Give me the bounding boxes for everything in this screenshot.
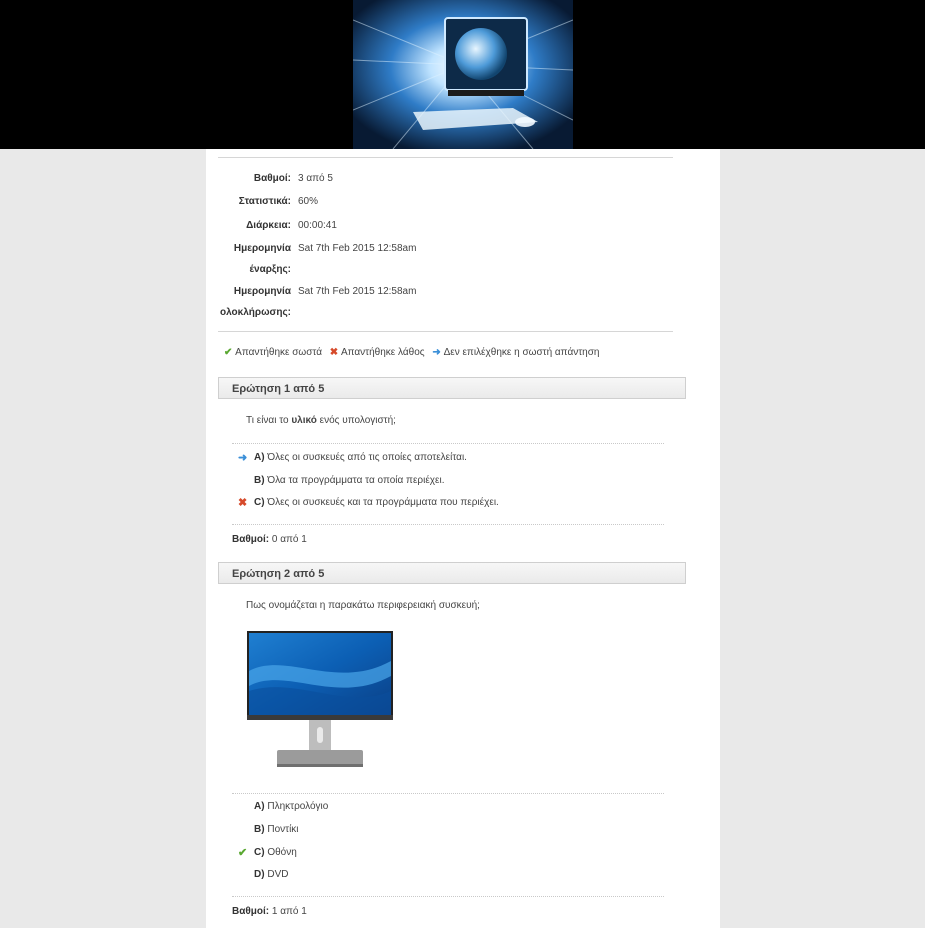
question-2-answer-a: A) Πληκτρολόγιο (254, 801, 328, 812)
question-1-text-pre: Τι είναι το (246, 415, 292, 426)
end-date-label-cont: ολοκλήρωσης: (219, 307, 291, 318)
question-1-answer-b: B) Όλα τα προγράμματα τα οποία περιέχει. (254, 475, 444, 486)
answer-text: DVD (267, 869, 289, 880)
divider (232, 896, 664, 897)
score-label: Βαθμοί: (253, 173, 291, 184)
divider (232, 443, 664, 444)
legend-missed: Δεν επιλέχθηκε η σωστή απάντηση (443, 347, 600, 358)
monitor-image (246, 631, 394, 769)
arrow-right-icon: ➜ (238, 452, 248, 464)
answer-letter: C) (254, 497, 265, 508)
score-value: 0 από 1 (271, 534, 307, 545)
question-2-answer-b: B) Ποντίκι (254, 824, 299, 835)
check-icon: ✔ (224, 347, 233, 358)
question-1-text-bold: υλικό (291, 415, 317, 426)
cross-icon: ✖ (238, 497, 248, 509)
end-date-label: Ημερομηνία (233, 286, 291, 297)
check-icon: ✔ (238, 847, 248, 859)
legend-wrong: Απαντήθηκε λάθος (340, 347, 425, 358)
question-2-answer-c: C) Οθόνη (254, 847, 297, 858)
question-1-answer-c: C) Όλες οι συσκευές και τα προγράμματα π… (254, 497, 499, 508)
answer-letter: A) (254, 801, 265, 812)
header-banner (0, 0, 925, 149)
score-label: Βαθμοί: (232, 534, 270, 545)
answer-letter: D) (254, 869, 265, 880)
question-2-header: Ερώτηση 2 από 5 (218, 562, 686, 584)
arrow-right-icon: ➜ (432, 347, 441, 358)
cross-icon: ✖ (329, 347, 339, 358)
legend-correct: Απαντήθηκε σωστά (235, 347, 322, 358)
score-value: 1 από 1 (271, 906, 307, 917)
score-label: Βαθμοί: (232, 906, 270, 917)
divider (218, 331, 673, 332)
divider (232, 524, 664, 525)
question-1-text: Τι είναι το υλικό ενός υπολογιστή; (246, 415, 396, 426)
answer-letter: B) (254, 475, 265, 486)
question-2-answer-d: D) DVD (254, 869, 288, 880)
divider (218, 157, 673, 158)
start-date-label-cont: έναρξης: (249, 264, 292, 275)
answer-text: Όλες οι συσκευές και τα προγράμματα που … (267, 497, 499, 508)
answer-letter: C) (254, 847, 265, 858)
start-date-label: Ημερομηνία (233, 243, 291, 254)
duration-value: 00:00:41 (298, 220, 337, 231)
answer-legend: ✔ Απαντήθηκε σωστά ✖ Απαντήθηκε λάθος ➜ … (224, 347, 599, 358)
banner-image (353, 0, 573, 149)
quiz-results-panel: Βαθμοί: 3 από 5 Στατιστικά: 60% Διάρκεια… (206, 149, 720, 928)
answer-text: Ποντίκι (267, 824, 299, 835)
question-1-header: Ερώτηση 1 από 5 (218, 377, 686, 399)
answer-text: Όλες οι συσκευές από τις οποίες αποτελεί… (267, 452, 467, 463)
score-value: 3 από 5 (298, 173, 333, 184)
start-date-value: Sat 7th Feb 2015 12:58am (298, 243, 417, 254)
answer-letter: B) (254, 824, 265, 835)
question-1-text-post: ενός υπολογιστή; (316, 415, 396, 426)
divider (232, 793, 664, 794)
end-date-value: Sat 7th Feb 2015 12:58am (298, 286, 417, 297)
answer-text: Πληκτρολόγιο (267, 801, 329, 812)
question-2-text: Πως ονομάζεται η παρακάτω περιφερειακή σ… (246, 600, 480, 611)
question-1-score: Βαθμοί: 0 από 1 (232, 534, 307, 545)
question-2-score: Βαθμοί: 1 από 1 (232, 906, 307, 917)
answer-text: Οθόνη (267, 847, 297, 858)
question-1-answer-a: A) Όλες οι συσκευές από τις οποίες αποτε… (254, 452, 467, 463)
stats-label: Στατιστικά: (238, 196, 291, 207)
answer-text: Όλα τα προγράμματα τα οποία περιέχει. (267, 475, 445, 486)
stats-value: 60% (298, 196, 319, 207)
answer-letter: A) (254, 452, 265, 463)
duration-label: Διάρκεια: (246, 220, 291, 231)
